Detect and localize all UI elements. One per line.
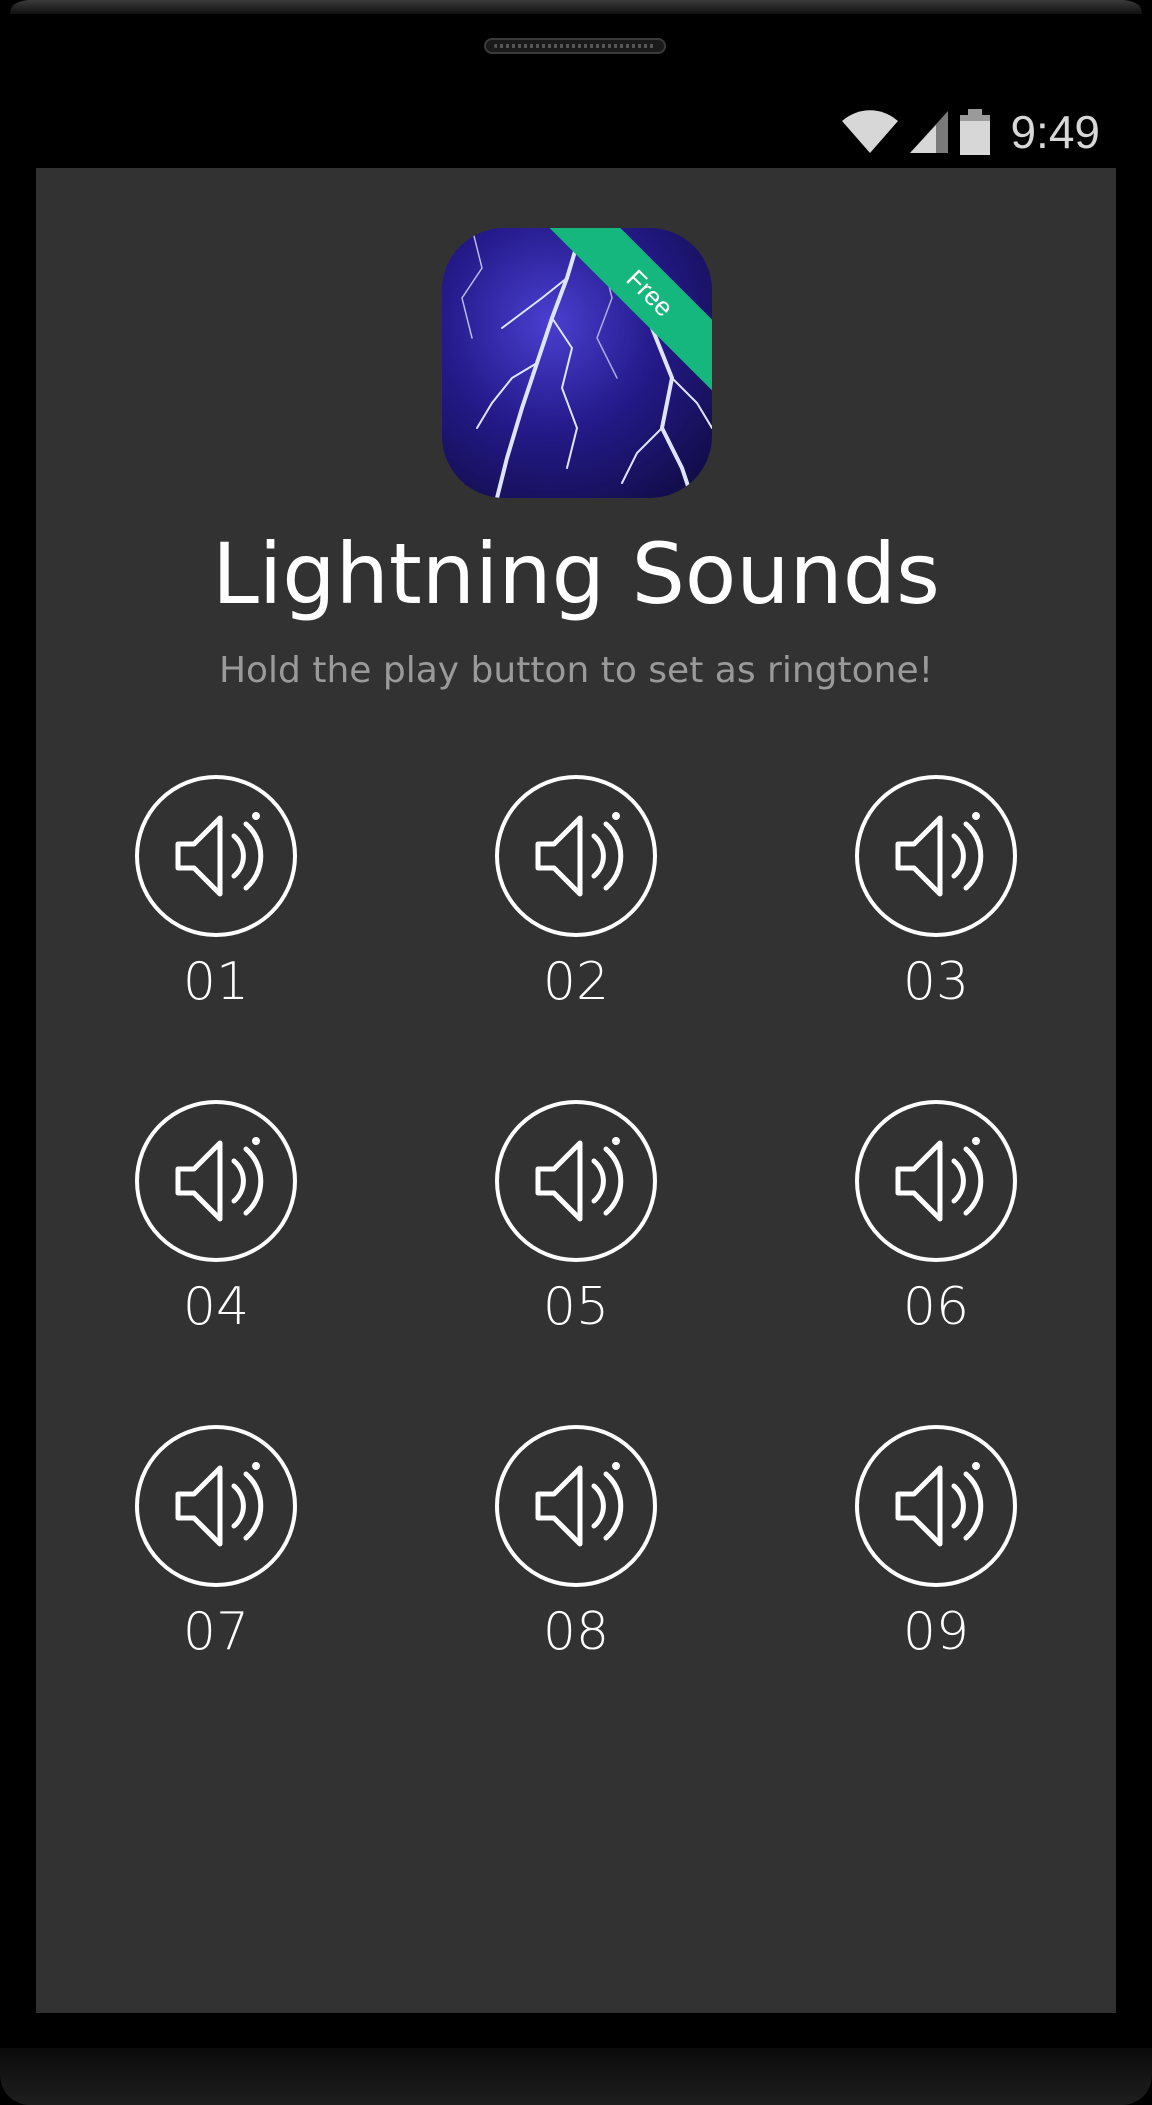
sound-item-06[interactable]: 06: [836, 1099, 1036, 1369]
battery-icon: [960, 109, 991, 155]
speaker-icon[interactable]: [854, 1099, 1018, 1263]
speaker-icon[interactable]: [854, 774, 1018, 938]
speaker-icon[interactable]: [134, 1099, 298, 1263]
lightning-icon: [461, 228, 712, 498]
sound-item-08[interactable]: 08: [476, 1424, 676, 1694]
sound-label: 03: [902, 952, 970, 1012]
status-icons: 9:49: [840, 104, 1100, 160]
bezel-top-edge: [10, 0, 1142, 14]
speaker-icon[interactable]: [854, 1424, 1018, 1588]
speaker-icon[interactable]: [134, 774, 298, 938]
clock: 9:49: [1010, 106, 1100, 158]
app-title: Lightning Sounds: [212, 525, 940, 623]
sound-label: 01: [182, 952, 250, 1012]
sound-item-04[interactable]: 04: [116, 1099, 316, 1369]
sound-label: 02: [542, 952, 610, 1012]
bottom-bezel: [0, 2048, 1152, 2105]
sound-item-07[interactable]: 07: [116, 1424, 316, 1694]
app-subtitle: Hold the play button to set as ringtone!: [218, 650, 934, 691]
speaker-icon[interactable]: [494, 1424, 658, 1588]
signal-icon: [910, 111, 949, 153]
speaker-icon[interactable]: [494, 1099, 658, 1263]
sound-item-09[interactable]: 09: [836, 1424, 1036, 1694]
sound-label: 05: [542, 1277, 610, 1337]
sound-label: 04: [182, 1277, 250, 1337]
sound-item-03[interactable]: 03: [836, 774, 1036, 1044]
phone-frame: 9:49 Free Lightning Sounds Hold the play…: [0, 0, 1152, 2105]
sound-label: 07: [182, 1602, 250, 1662]
status-bar: 9:49: [36, 100, 1116, 166]
speaker-icon[interactable]: [134, 1424, 298, 1588]
speaker-icon[interactable]: [494, 774, 658, 938]
sound-label: 08: [542, 1602, 610, 1662]
earpiece-speaker: [484, 38, 666, 54]
sound-item-01[interactable]: 01: [116, 774, 316, 1044]
sound-label: 09: [902, 1602, 970, 1662]
sound-item-05[interactable]: 05: [476, 1099, 676, 1369]
app-icon: Free: [442, 228, 712, 498]
sound-label: 06: [902, 1277, 970, 1337]
sound-item-02[interactable]: 02: [476, 774, 676, 1044]
app-screen: Free Lightning Sounds Hold the play butt…: [36, 168, 1116, 2013]
wifi-icon: [842, 110, 899, 153]
